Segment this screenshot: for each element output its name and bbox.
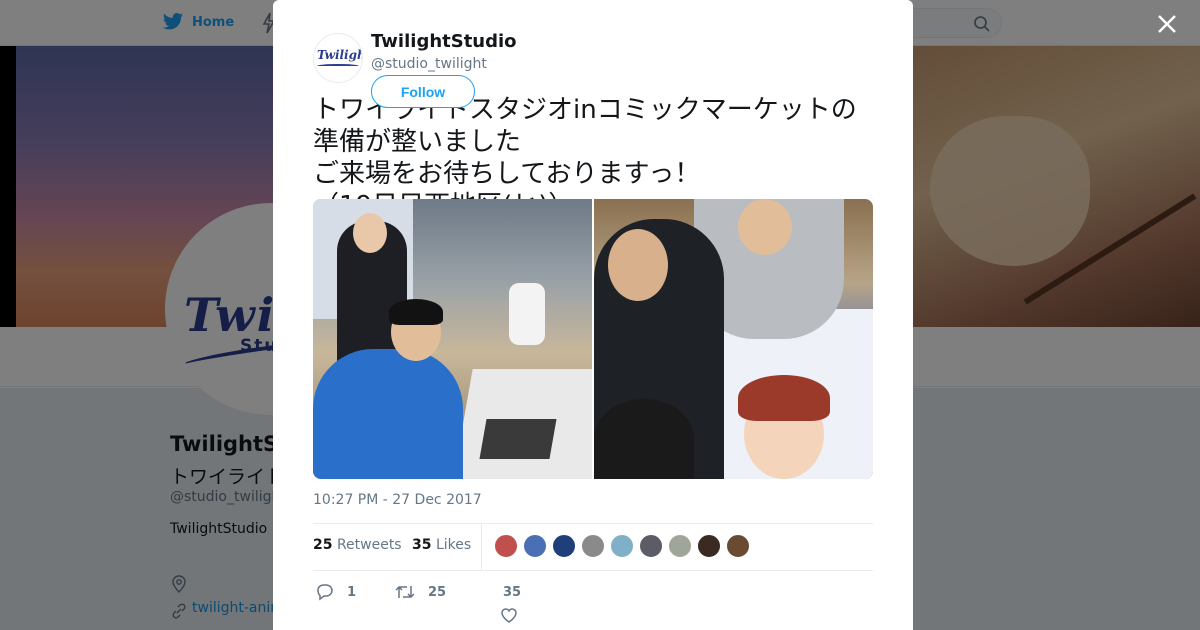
divider bbox=[313, 570, 873, 571]
liker-avatar[interactable] bbox=[610, 534, 634, 558]
tweet-photo-2[interactable] bbox=[594, 199, 873, 479]
liker-avatar[interactable] bbox=[668, 534, 692, 558]
photo2-head-dark bbox=[608, 229, 668, 301]
mini-logo-swoosh bbox=[317, 64, 359, 68]
close-icon[interactable] bbox=[1153, 10, 1181, 38]
tweet-author-name[interactable]: TwilightStudio bbox=[371, 31, 517, 52]
photo1-copier-panel bbox=[479, 419, 557, 459]
photo1-head-suit bbox=[353, 213, 387, 253]
photo2-foreground-head bbox=[594, 399, 694, 479]
retweet-stat[interactable]: 25 Retweets bbox=[313, 537, 402, 553]
likes-stat[interactable]: 35 Likes bbox=[412, 537, 471, 553]
liker-avatar[interactable] bbox=[581, 534, 605, 558]
reply-button[interactable]: 1 bbox=[315, 583, 356, 601]
likes-stat-count: 35 bbox=[412, 537, 432, 553]
retweet-stat-label: Retweets bbox=[336, 537, 402, 553]
liker-avatar[interactable] bbox=[639, 534, 663, 558]
tweet-media bbox=[313, 199, 873, 479]
like-action-count[interactable]: 35 bbox=[503, 585, 521, 600]
retweet-stat-count: 25 bbox=[313, 537, 333, 553]
reply-icon bbox=[317, 584, 333, 601]
retweet-action-count: 25 bbox=[428, 584, 447, 600]
divider bbox=[313, 523, 873, 524]
photo1-person-blue bbox=[313, 349, 463, 479]
photo2-anime-hair bbox=[738, 375, 830, 421]
tweet-author-avatar[interactable]: Twilight bbox=[313, 33, 363, 83]
photo1-hair-blue bbox=[389, 299, 443, 325]
follow-button[interactable]: Follow bbox=[371, 75, 475, 108]
stats-separator bbox=[481, 524, 482, 570]
liker-avatar[interactable] bbox=[726, 534, 750, 558]
liker-avatars bbox=[494, 534, 750, 558]
tweet-photo-1[interactable] bbox=[313, 199, 592, 479]
retweet-button[interactable]: 25 bbox=[394, 583, 446, 601]
liker-avatar[interactable] bbox=[523, 534, 547, 558]
liker-avatar[interactable] bbox=[697, 534, 721, 558]
photo1-plastic-bag bbox=[509, 283, 545, 345]
likes-stat-label: Likes bbox=[435, 537, 472, 553]
reply-count: 1 bbox=[347, 584, 357, 600]
tweet-modal: Twilight TwilightStudio @studio_twilight… bbox=[273, 0, 913, 630]
tweet-timestamp[interactable]: 10:27 PM - 27 Dec 2017 bbox=[313, 492, 482, 508]
liker-avatar[interactable] bbox=[552, 534, 576, 558]
photo2-head-grey bbox=[738, 199, 792, 255]
liker-avatar[interactable] bbox=[494, 534, 518, 558]
mini-logo-art: Twilight bbox=[317, 48, 362, 62]
tweet-author-handle[interactable]: @studio_twilight bbox=[371, 56, 487, 72]
heart-icon[interactable] bbox=[500, 607, 518, 624]
retweet-icon bbox=[395, 585, 415, 599]
